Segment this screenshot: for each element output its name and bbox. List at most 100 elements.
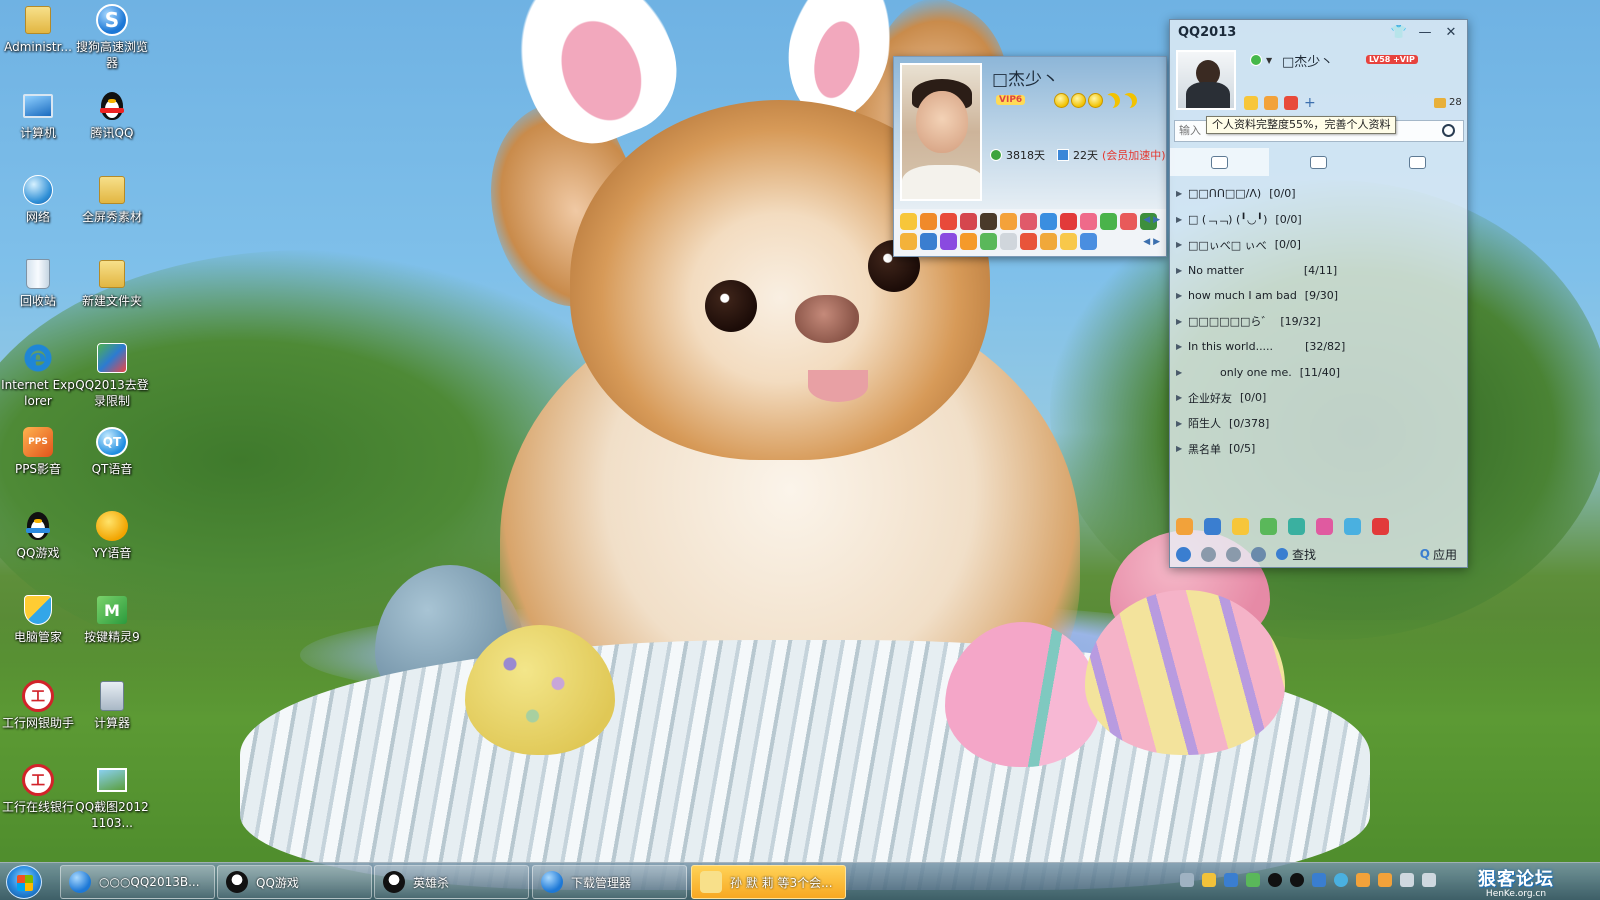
app-icon[interactable] — [1080, 213, 1097, 230]
contact-group[interactable]: ▶ □□ぃべ□ ぃべ [0/0] — [1176, 232, 1461, 258]
app-icon[interactable] — [1020, 213, 1037, 230]
gear-icon[interactable] — [1201, 546, 1216, 562]
minimize-icon[interactable]: — — [1413, 22, 1437, 42]
app-icon[interactable] — [1378, 873, 1392, 887]
online-status[interactable]: ▼ — [1250, 54, 1272, 66]
pc-manager-icon[interactable] — [1202, 873, 1216, 887]
speaker-icon[interactable] — [1226, 546, 1241, 562]
app-icon[interactable] — [1040, 233, 1057, 250]
qq-penguin-icon[interactable] — [1290, 873, 1304, 887]
bell-icon[interactable] — [1372, 518, 1389, 535]
mail-indicator[interactable]: 28 — [1434, 97, 1462, 108]
user-nickname[interactable]: □杰少丶 — [1282, 51, 1333, 70]
app-icon[interactable] — [1176, 518, 1193, 535]
app-icon[interactable] — [920, 213, 937, 230]
app-icon[interactable] — [900, 213, 917, 230]
app-icon[interactable] — [980, 233, 997, 250]
qq-show-icon[interactable] — [1284, 96, 1298, 110]
qq-menu-icon[interactable] — [1176, 546, 1191, 562]
level-badge[interactable]: LV58 +VIP — [1366, 55, 1418, 64]
contact-group[interactable]: ▶ how much I am bad [9/30] — [1176, 283, 1461, 309]
vip-badge[interactable]: VIP6 — [996, 95, 1026, 105]
desktop-icon-new-folder[interactable]: 新建文件夹 — [74, 258, 150, 309]
shield-icon[interactable] — [1251, 546, 1266, 562]
app-icon[interactable] — [1120, 213, 1137, 230]
app-icon[interactable] — [1080, 233, 1097, 250]
tab-groups[interactable] — [1269, 148, 1368, 176]
contact-group[interactable]: ▶ No matter [4/11] — [1176, 258, 1461, 284]
desktop-icon-key-wizard[interactable]: M 按键精灵9 — [74, 594, 150, 645]
start-button[interactable] — [6, 865, 42, 899]
app-icon[interactable] — [940, 233, 957, 250]
app-page-arrows-icon[interactable]: ◀ ▶ — [1143, 237, 1160, 247]
taskbar-button[interactable]: 英雄杀 — [374, 865, 529, 899]
app-page-arrows-icon[interactable]: ◀ ▶ — [1143, 215, 1160, 225]
app-icon[interactable] — [1060, 233, 1077, 250]
desktop-icon-computer[interactable]: 计算机 — [0, 90, 76, 141]
desktop-icon-qq-game[interactable]: QQ游戏 — [0, 510, 76, 561]
desktop-icon-tencent-qq[interactable]: 腾讯QQ — [74, 90, 150, 141]
tab-contacts[interactable] — [1170, 148, 1269, 176]
plus-icon[interactable]: + — [1304, 96, 1318, 110]
desktop-icon-fullscreen-material[interactable]: 全屏秀素材 — [74, 174, 150, 225]
qq-game-icon[interactable] — [1224, 873, 1238, 887]
yy-voice-icon[interactable] — [1356, 873, 1370, 887]
taskbar-button[interactable]: 下载管理器 — [532, 865, 687, 899]
desktop-icon-pc-manager[interactable]: 电脑管家 — [0, 594, 76, 645]
desktop-icon-qq2013-unlock[interactable]: QQ2013去登录限制 — [74, 342, 150, 409]
app-icon[interactable] — [1060, 213, 1077, 230]
close-icon[interactable]: ✕ — [1439, 22, 1463, 42]
app-icon[interactable] — [1100, 213, 1117, 230]
find-button[interactable]: 查找 — [1276, 546, 1316, 563]
app-icon[interactable] — [980, 213, 997, 230]
desktop-icon-icbc-online[interactable]: 工 工行在线银行 — [0, 764, 76, 815]
desktop-icon-qq-screenshot[interactable]: QQ截图20121103... — [74, 764, 150, 831]
taskbar-button[interactable]: QQ游戏 — [217, 865, 372, 899]
desktop-icon-administrator[interactable]: Administr... — [0, 4, 76, 55]
avatar[interactable] — [1176, 50, 1236, 110]
search-icon[interactable] — [1442, 124, 1455, 137]
network-icon[interactable] — [1400, 873, 1414, 887]
desktop-icon-qt-voice[interactable]: QT QT语音 — [74, 426, 150, 477]
app-icon[interactable] — [960, 213, 977, 230]
app-icon[interactable] — [900, 233, 917, 250]
speedup-note[interactable]: (会员加速中) — [1102, 147, 1166, 163]
app-icon[interactable] — [1204, 518, 1221, 535]
app-icon[interactable] — [920, 233, 937, 250]
contact-group[interactable]: ▶ □□□□□□ら゛ [19/32] — [1176, 309, 1461, 335]
contact-group[interactable]: ▶ 黑名单 [0/5] — [1176, 436, 1461, 462]
pet-icon[interactable] — [1264, 96, 1278, 110]
desktop-icon-pps-player[interactable]: PPS PPS影音 — [0, 426, 76, 477]
taskbar-button[interactable]: 孙 默 莉 等3个会... — [691, 865, 846, 899]
contact-group[interactable]: ▶ □ (﹁﹁) (╹◡╹) [0/0] — [1176, 207, 1461, 233]
app-icon[interactable] — [1316, 518, 1333, 535]
desktop-icon-sogou-browser[interactable]: S 搜狗高速浏览器 — [74, 4, 150, 71]
star-icon[interactable] — [1244, 96, 1258, 110]
shield-icon[interactable] — [1344, 518, 1361, 535]
app-icon[interactable] — [1246, 873, 1260, 887]
tab-recent[interactable] — [1368, 148, 1467, 176]
app-icon[interactable] — [940, 213, 957, 230]
keyboard-icon[interactable] — [1180, 873, 1194, 887]
apps-button[interactable]: Q 应用 — [1420, 546, 1457, 563]
app-icon[interactable] — [1232, 518, 1249, 535]
play-icon[interactable] — [1288, 518, 1305, 535]
contact-group[interactable]: ▶ 企业好友 [0/0] — [1176, 385, 1461, 411]
contact-group[interactable]: ▶ 陌生人 [0/378] — [1176, 411, 1461, 437]
app-icon[interactable] — [1260, 518, 1277, 535]
desktop-icon-yy-voice[interactable]: YY语音 — [74, 510, 150, 561]
skin-shirt-icon[interactable]: 👕 — [1387, 22, 1411, 42]
app-icon[interactable] — [1020, 233, 1037, 250]
qq-penguin-icon[interactable] — [1268, 873, 1282, 887]
app-icon[interactable] — [1040, 213, 1057, 230]
contact-group[interactable]: ▶ only one me. [11/40] — [1176, 360, 1461, 386]
desktop-icon-recycle-bin[interactable]: 回收站 — [0, 258, 76, 309]
desktop-icon-network[interactable]: 网络 — [0, 174, 76, 225]
desktop-icon-calculator[interactable]: 计算器 — [74, 680, 150, 731]
contact-group[interactable]: ▶ In this world..... [32/82] — [1176, 334, 1461, 360]
profile-photo[interactable] — [900, 63, 982, 201]
contact-group[interactable]: ▶ □□ՈՈ□□/Λ) [0/0] — [1176, 181, 1461, 207]
taskbar-button[interactable]: ○○○QQ2013B... — [60, 865, 215, 899]
app-icon[interactable] — [960, 233, 977, 250]
app-icon[interactable] — [1000, 213, 1017, 230]
